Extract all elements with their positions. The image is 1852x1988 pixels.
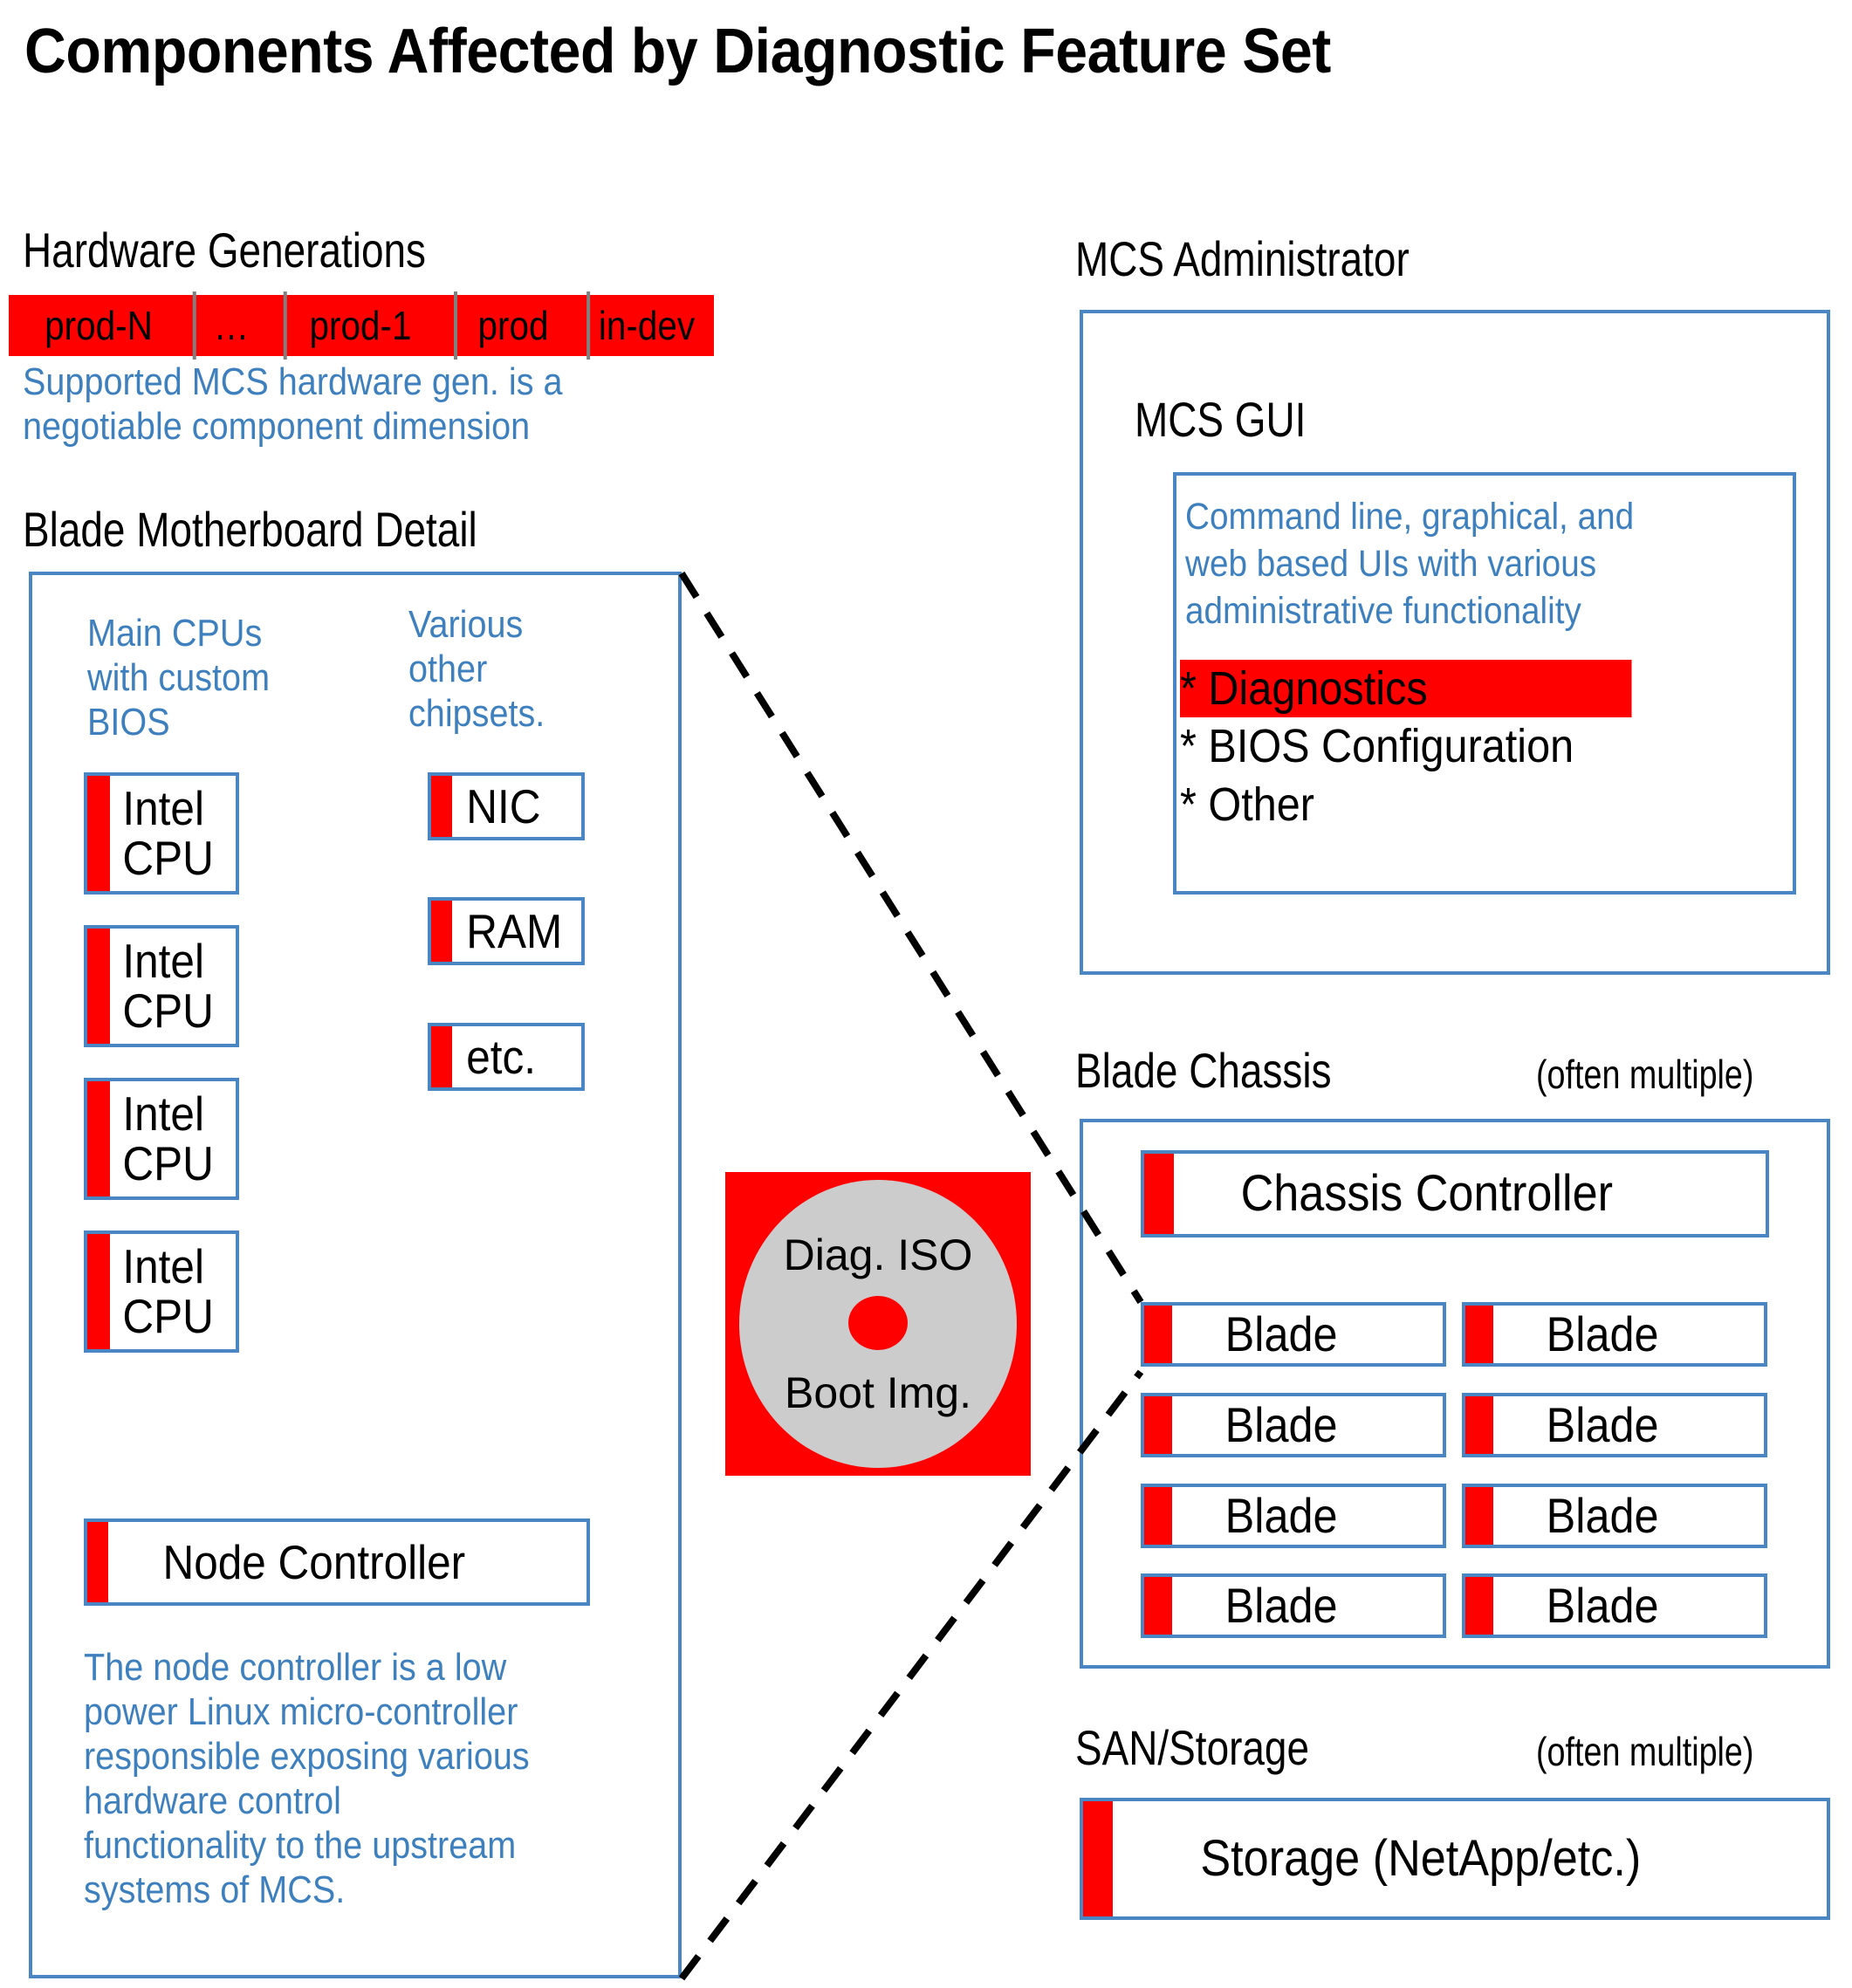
blade-component: Blade <box>1141 1484 1446 1548</box>
chipset-label: RAM <box>466 903 563 958</box>
affected-marker <box>87 1522 108 1602</box>
generation-cell: prod <box>455 295 572 356</box>
affected-marker <box>1144 1396 1172 1454</box>
feature-item-other: * Other <box>1180 778 1314 831</box>
hardware-generations-bar: prod-N … prod-1 prod in-dev <box>9 295 714 356</box>
disc-hole <box>848 1296 908 1350</box>
generation-cell: prod-1 <box>285 295 436 356</box>
affected-marker <box>87 776 110 891</box>
cpu-label: Intel CPU <box>122 1087 214 1190</box>
affected-marker <box>1465 1487 1493 1545</box>
blade-component: Blade <box>1462 1484 1767 1548</box>
blade-component: Blade <box>1462 1393 1767 1457</box>
generation-cell: in-dev <box>587 295 706 356</box>
blade-component: Blade <box>1462 1302 1767 1367</box>
affected-marker <box>431 1026 452 1087</box>
cpu-component: Intel CPU <box>84 1078 239 1200</box>
affected-marker <box>1144 1154 1174 1234</box>
chipset-component: etc. <box>428 1023 585 1091</box>
mcs-gui-label: MCS GUI <box>1135 392 1307 447</box>
cpu-label: Intel CPU <box>122 1239 214 1343</box>
node-controller-component: Node Controller <box>84 1518 590 1606</box>
page-title: Components Affected by Diagnostic Featur… <box>24 17 1331 86</box>
blade-component: Blade <box>1462 1573 1767 1638</box>
affected-marker <box>87 1234 110 1349</box>
hardware-generations-label: Hardware Generations <box>23 223 426 278</box>
affected-marker <box>431 776 452 837</box>
affected-marker <box>87 1081 110 1196</box>
cpu-component: Intel CPU <box>84 925 239 1047</box>
blade-label: Blade <box>1224 1578 1338 1634</box>
affected-marker <box>87 929 110 1044</box>
hardware-generations-note: Supported MCS hardware gen. is a negotia… <box>23 360 563 449</box>
blade-chassis-label: Blade Chassis <box>1075 1043 1332 1098</box>
blade-chassis-sublabel: (often multiple) <box>1536 1052 1754 1097</box>
affected-marker <box>1144 1306 1172 1363</box>
affected-marker <box>1144 1487 1172 1545</box>
blade-label: Blade <box>1546 1397 1659 1453</box>
generation-cell: … <box>194 295 269 356</box>
blade-label: Blade <box>1224 1397 1338 1453</box>
diagram-canvas: Components Affected by Diagnostic Featur… <box>0 0 1852 1988</box>
node-controller-note: The node controller is a low power Linux… <box>84 1646 530 1912</box>
cpu-label: Intel CPU <box>122 934 214 1038</box>
generation-cell: prod-N <box>45 303 153 348</box>
mcs-gui-note: Command line, graphical, and web based U… <box>1185 496 1635 632</box>
blade-label: Blade <box>1546 1488 1659 1544</box>
diag-iso-line1: Diag. ISO <box>783 1231 973 1279</box>
chassis-controller-component: Chassis Controller <box>1141 1150 1769 1237</box>
affected-marker <box>1083 1801 1113 1916</box>
cpu-label: Intel CPU <box>122 781 214 885</box>
blade-component: Blade <box>1141 1393 1446 1457</box>
feature-item-diagnostics: * Diagnostics <box>1180 660 1632 718</box>
blade-label: Blade <box>1224 1488 1338 1544</box>
affected-marker <box>1465 1396 1493 1454</box>
chipset-label: NIC <box>466 778 541 833</box>
mcs-administrator-label: MCS Administrator <box>1075 231 1410 286</box>
blade-label: Blade <box>1546 1578 1659 1634</box>
cpu-component: Intel CPU <box>84 1231 239 1353</box>
affected-marker <box>1144 1577 1172 1635</box>
storage-label: Storage (NetApp/etc.) <box>1200 1830 1642 1888</box>
chipset-component: NIC <box>428 772 585 840</box>
diagnostic-iso-media: Diag. ISO Boot Img. <box>725 1172 1031 1476</box>
chipset-label: etc. <box>466 1029 536 1084</box>
blade-motherboard-label: Blade Motherboard Detail <box>23 502 477 557</box>
mcs-gui-feature-list: * Diagnostics * BIOS Configuration * Oth… <box>1180 660 1773 833</box>
affected-marker <box>1465 1306 1493 1363</box>
cpu-note: Main CPUs with custom BIOS <box>87 612 271 744</box>
chassis-controller-label: Chassis Controller <box>1240 1165 1614 1223</box>
affected-marker <box>1465 1577 1493 1635</box>
blade-label: Blade <box>1224 1306 1338 1362</box>
chipset-note: Various other chipsets. <box>408 603 545 736</box>
optical-disc-icon: Diag. ISO Boot Img. <box>739 1180 1017 1468</box>
blade-component: Blade <box>1141 1302 1446 1367</box>
cpu-component: Intel CPU <box>84 772 239 895</box>
feature-item-bios-configuration: * BIOS Configuration <box>1180 720 1574 773</box>
node-controller-label: Node Controller <box>162 1534 466 1589</box>
chipset-component: RAM <box>428 897 585 965</box>
storage-component: Storage (NetApp/etc.) <box>1080 1798 1830 1920</box>
blade-component: Blade <box>1141 1573 1446 1638</box>
affected-marker <box>431 901 452 962</box>
san-storage-label: SAN/Storage <box>1075 1720 1310 1775</box>
blade-label: Blade <box>1546 1306 1659 1362</box>
diag-iso-line2: Boot Img. <box>785 1368 971 1417</box>
san-storage-sublabel: (often multiple) <box>1536 1729 1754 1774</box>
